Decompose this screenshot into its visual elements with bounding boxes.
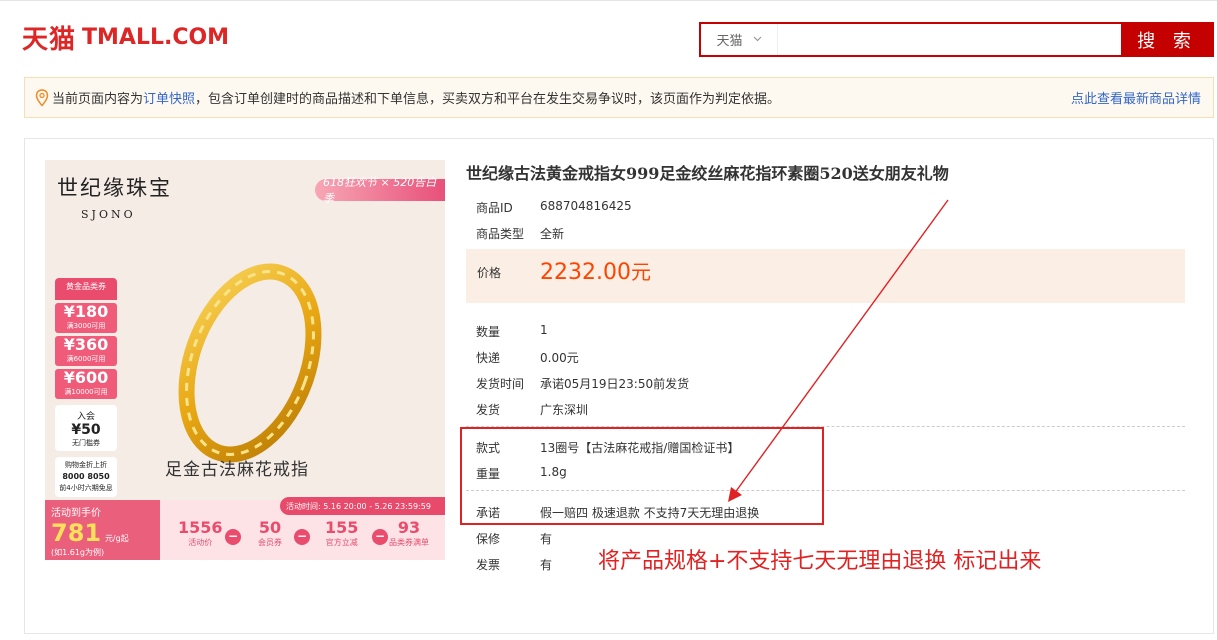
brand-logo: 世纪缘珠宝 SJONO	[57, 172, 172, 221]
notice-text-before: 当前页面内容为	[52, 92, 144, 107]
coupon-desc: 满10000可用	[64, 388, 108, 396]
info-row-type: 商品类型 全新	[476, 225, 564, 242]
info-label: 保修	[476, 532, 501, 546]
search-button[interactable]: 搜 索	[1121, 23, 1213, 56]
coupon-desc: 满6000可用	[66, 355, 106, 363]
minus-icon: −	[372, 529, 388, 545]
calc-item: 1556 活动价	[178, 518, 223, 548]
join-desc: 无门槛券	[72, 439, 100, 447]
info-label: 商品类型	[476, 227, 525, 241]
info-row-ship-from: 发货 广东深圳	[476, 401, 588, 418]
price-unit: 元	[630, 260, 651, 284]
final-price-unit: 元/g起	[104, 534, 129, 543]
calc-label: 官方立减	[325, 538, 358, 547]
promo-tag: 618狂欢节 × 520告白季	[315, 176, 445, 205]
product-id: 688704816425	[540, 199, 632, 213]
calc-label: 品类券满单	[389, 538, 429, 547]
ship-from-value: 广东深圳	[540, 403, 589, 417]
order-snapshot-link[interactable]: 订单快照	[143, 88, 195, 107]
coupon-item: ¥360 满6000可用	[55, 336, 117, 366]
info-row-shipping: 快递 0.00元	[476, 349, 579, 366]
gold-text: 8000 8050	[62, 472, 110, 481]
brand-en: SJONO	[81, 208, 136, 221]
info-label: 商品ID	[476, 201, 513, 215]
info-label: 发货时间	[476, 377, 525, 391]
search-bar: 天猫 搜 索	[699, 22, 1214, 57]
ship-time-value: 承诺05月19日23:50前发货	[540, 377, 690, 391]
search-scope-label: 天猫	[716, 34, 743, 49]
coupon-head: 黄金品类券	[55, 278, 117, 300]
brand-cn: 世纪缘珠宝	[57, 176, 172, 200]
info-label: 数量	[476, 325, 501, 339]
coupon-value: ¥180	[63, 302, 109, 321]
chevron-down-icon	[753, 34, 762, 45]
price-number: 2232.00	[540, 260, 631, 285]
info-label: 发票	[476, 558, 501, 572]
product-image[interactable]: 世纪缘珠宝 SJONO 618狂欢节 × 520告白季 黄金品类券 ¥180 满…	[45, 160, 445, 560]
invoice-value: 有	[540, 558, 553, 572]
logo-en: TMALL.COM	[82, 24, 230, 50]
search-input[interactable]	[778, 24, 1121, 55]
gold-text: 购物金折上折	[65, 461, 107, 469]
location-pin-icon	[35, 88, 49, 107]
info-label: 快递	[476, 351, 501, 365]
calc-label: 活动价	[188, 538, 213, 547]
snapshot-notice: 当前页面内容为 订单快照 ，包含订单创建时的商品描述和下单信息，买卖双方和平台在…	[24, 77, 1214, 118]
info-row-invoice: 发票 有	[476, 556, 552, 573]
warranty-value: 有	[540, 532, 553, 546]
coupon-value: ¥600	[63, 368, 109, 387]
product-type: 全新	[540, 227, 565, 241]
notice-text-after: ，包含订单创建时的商品描述和下单信息，买卖双方和平台在发生交易争议时，该页面作为…	[195, 92, 781, 107]
highlight-box	[460, 427, 824, 525]
calc-item: 155 官方立减	[325, 518, 358, 548]
ring-image	[178, 263, 322, 463]
logo-cn: 天猫	[22, 24, 77, 55]
ring-name: 足金古法麻花戒指	[165, 460, 309, 480]
join-member-card: 入会 ¥50 无门槛券	[55, 405, 117, 451]
calc-number: 155	[325, 518, 359, 537]
calc-item: 50 会员券	[258, 518, 282, 548]
latest-details-link[interactable]: 点此查看最新商品详情	[1071, 88, 1201, 107]
final-price-label: 活动到手价	[51, 508, 101, 519]
final-price-sub: (如1.61g为例)	[51, 548, 105, 557]
coupon-item: ¥180 满3000可用	[55, 303, 117, 333]
price-label: 价格	[477, 266, 502, 280]
calc-number: 1556	[178, 518, 223, 537]
info-row-ship-time: 发货时间 承诺05月19日23:50前发货	[476, 375, 689, 392]
top-border	[0, 0, 1217, 1]
gold-card: 购物金折上折 8000 8050 前4小时六期免息	[55, 457, 117, 497]
tmall-logo[interactable]: 天猫 TMALL.COM	[22, 22, 230, 55]
shipping-value: 0.00元	[540, 351, 579, 365]
info-label: 发货	[476, 403, 501, 417]
activity-time: 活动时间: 5.16 20:00 - 5.26 23:59:59	[280, 497, 445, 515]
price-value: 2232.00元	[540, 256, 651, 285]
search-scope-select[interactable]: 天猫	[701, 24, 778, 55]
coupon-value: ¥360	[63, 335, 109, 354]
coupon-desc: 满3000可用	[66, 322, 106, 330]
annotation-text: 将产品规格+不支持七天无理由退换 标记出来	[598, 549, 1042, 574]
join-value: ¥50	[71, 422, 101, 438]
calc-item: 93 品类券满单	[389, 518, 429, 548]
gold-text: 前4小时六期免息	[59, 484, 113, 492]
coupon-item: ¥600 满10000可用	[55, 369, 117, 399]
final-price-value: 781	[51, 519, 102, 547]
join-title: 入会	[76, 412, 95, 422]
minus-icon: −	[225, 529, 241, 545]
info-row-id: 商品ID 688704816425	[476, 199, 632, 216]
product-title: 世纪缘古法黄金戒指女999足金绞丝麻花指环素圈520送女朋友礼物	[466, 164, 949, 183]
coupon-column: 黄金品类券 ¥180 满3000可用 ¥360 满6000可用 ¥600 满10…	[55, 278, 117, 498]
quantity-value: 1	[540, 323, 548, 337]
minus-icon: −	[294, 529, 310, 545]
info-row-warranty: 保修 有	[476, 530, 552, 547]
calc-number: 50	[258, 518, 282, 537]
final-price-box: 活动到手价 781 元/g起 (如1.61g为例)	[45, 500, 160, 560]
info-row-qty: 数量 1	[476, 323, 548, 340]
calc-label: 会员券	[258, 538, 282, 547]
calc-number: 93	[397, 518, 421, 537]
